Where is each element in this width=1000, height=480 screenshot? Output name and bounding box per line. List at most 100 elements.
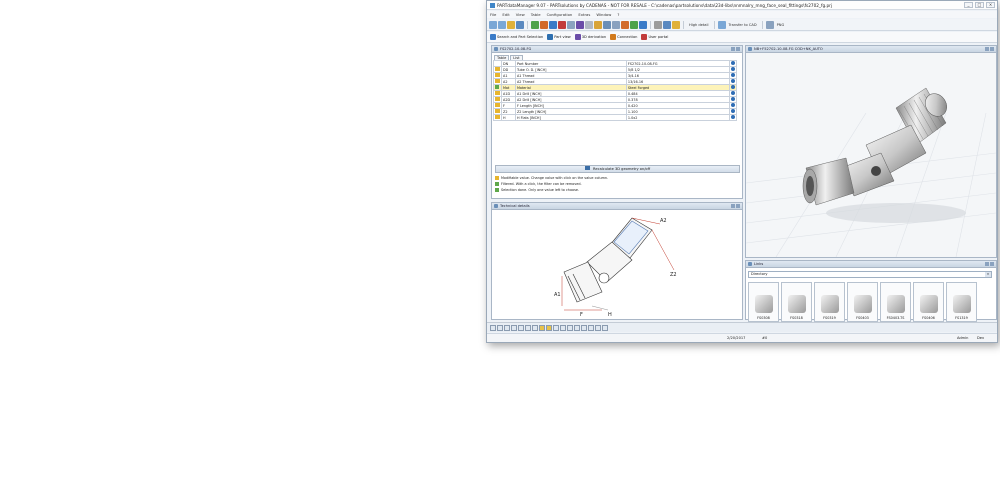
view-icon[interactable]: [654, 20, 662, 29]
format-select[interactable]: PNG: [775, 23, 787, 27]
mail-icon[interactable]: [612, 20, 620, 29]
user-portal-button[interactable]: User portal: [641, 34, 668, 40]
maximize-panel-button[interactable]: [736, 204, 740, 208]
toolbar-separator: [713, 20, 715, 29]
minimize-panel-button[interactable]: [731, 47, 735, 51]
recalculate-toggle[interactable]: Recalculate 3D geometry on/off: [495, 165, 740, 173]
menu-extras[interactable]: Extras: [578, 12, 590, 17]
export-icon[interactable]: [621, 20, 629, 29]
refresh-icon[interactable]: [531, 20, 539, 29]
maximize-panel-button[interactable]: [990, 47, 994, 51]
minimize-panel-button[interactable]: [985, 47, 989, 51]
drawing-icon: [494, 204, 498, 208]
legend-modifiable: Modifiable value. Change value with clic…: [501, 176, 609, 180]
zoom-icon[interactable]: [595, 324, 601, 331]
info-icon[interactable]: [549, 20, 557, 29]
view-back-icon[interactable]: [497, 324, 503, 331]
forward-icon[interactable]: [498, 20, 506, 29]
toolbar-separator: [761, 20, 763, 29]
view-left-icon[interactable]: [504, 324, 510, 331]
connection-button[interactable]: Connection: [610, 34, 637, 40]
close-button[interactable]: ×: [986, 2, 995, 8]
minimize-panel-button[interactable]: [731, 204, 735, 208]
view-top-icon[interactable]: [518, 324, 524, 331]
connection-label: Connection: [617, 35, 638, 39]
technical-drawing[interactable]: A2 Z2 A1 F H: [492, 210, 742, 319]
favorite-icon[interactable]: [594, 20, 602, 29]
menu-file[interactable]: File: [490, 12, 496, 17]
camera-icon[interactable]: [663, 20, 671, 29]
minimize-button[interactable]: _: [964, 2, 973, 8]
table-row[interactable]: HH Flats [INCH] 1.0x2: [493, 114, 738, 121]
links-dropdown-value: Directory: [751, 272, 768, 276]
save-icon[interactable]: [516, 20, 524, 29]
link-item[interactable]: FS0403: [847, 282, 878, 322]
link-item-label: FS0308: [757, 316, 770, 320]
menu-table[interactable]: Table: [531, 12, 541, 17]
detail-select[interactable]: High detail: [687, 23, 711, 27]
view-right-icon[interactable]: [511, 324, 517, 331]
tab-list[interactable]: List: [510, 55, 523, 60]
row-status-cell: [493, 114, 502, 121]
material-icon[interactable]: [546, 324, 552, 331]
transfer-to-cad-button[interactable]: Transfer to CAD: [727, 23, 759, 27]
link-item[interactable]: FS0319: [814, 282, 845, 322]
maximize-button[interactable]: □: [975, 2, 984, 8]
filter-icon[interactable]: [639, 20, 647, 29]
menu-help[interactable]: ?: [617, 12, 619, 17]
menu-view[interactable]: View: [516, 12, 525, 17]
model-shadow: [826, 203, 966, 223]
back-icon[interactable]: [489, 20, 497, 29]
link-item[interactable]: FS0406: [913, 282, 944, 322]
row-name: H Flats [INCH]: [514, 114, 627, 121]
search-part-selection-button[interactable]: Search and Part Selection: [490, 34, 543, 40]
help-icon[interactable]: [576, 20, 584, 29]
toolbar-separator: [683, 20, 684, 29]
view-bottom-icon[interactable]: [525, 324, 531, 331]
view-iso-icon[interactable]: [532, 324, 538, 331]
filter-icon: [495, 182, 499, 186]
tools-icon[interactable]: [567, 20, 575, 29]
logo-icon[interactable]: [558, 20, 566, 29]
zoom-fit-icon[interactable]: [602, 324, 608, 331]
measure-icon[interactable]: [560, 324, 566, 331]
menu-edit[interactable]: Edit: [502, 12, 509, 17]
explode-icon[interactable]: [574, 324, 580, 331]
folder-icon[interactable]: [507, 20, 515, 29]
derivation-button[interactable]: 3D derivation: [574, 34, 606, 40]
link-item[interactable]: FS0403-TS: [880, 282, 911, 322]
row-value[interactable]: 1.0x2: [625, 114, 730, 121]
wireframe-icon[interactable]: [553, 324, 559, 331]
tab-table[interactable]: Table: [494, 55, 510, 60]
maximize-panel-button[interactable]: [990, 262, 994, 266]
view-front-icon[interactable]: [490, 324, 496, 331]
lamp-icon[interactable]: [672, 20, 680, 29]
row-info-cell[interactable]: [728, 114, 738, 121]
minimize-panel-button[interactable]: [985, 262, 989, 266]
menu-window[interactable]: Window: [596, 12, 611, 17]
print-icon[interactable]: [603, 20, 611, 29]
info-icon: [730, 67, 735, 71]
technical-details-header: Technical details: [492, 203, 742, 210]
info-icon: [730, 97, 735, 101]
3d-model-viewport[interactable]: [745, 53, 997, 258]
pan-icon[interactable]: [588, 324, 594, 331]
link-item[interactable]: FS0308: [748, 282, 779, 322]
shading-icon[interactable]: [539, 324, 545, 331]
catalog-icon[interactable]: [540, 20, 548, 29]
link-item[interactable]: FS0318: [781, 282, 812, 322]
info-icon: [730, 79, 735, 83]
transfer-icon: [717, 20, 726, 29]
menu-configuration[interactable]: Configuration: [547, 12, 573, 17]
links-dropdown[interactable]: Directory ▾: [748, 271, 992, 278]
window-title: PARTdataManager 9.07 - PARTsolutions by …: [497, 2, 832, 8]
tree-icon[interactable]: [630, 20, 638, 29]
part-view-button[interactable]: Part view: [547, 34, 571, 40]
rotate-icon[interactable]: [581, 324, 587, 331]
link-item[interactable]: FS1319: [946, 282, 977, 322]
settings-icon[interactable]: [585, 20, 593, 29]
maximize-panel-button[interactable]: [736, 47, 740, 51]
status-count: #0: [762, 336, 768, 340]
section-icon[interactable]: [567, 324, 573, 331]
3d-view-header: NB+F52702-10-08-FG COD+NK_AUTO: [746, 46, 996, 53]
